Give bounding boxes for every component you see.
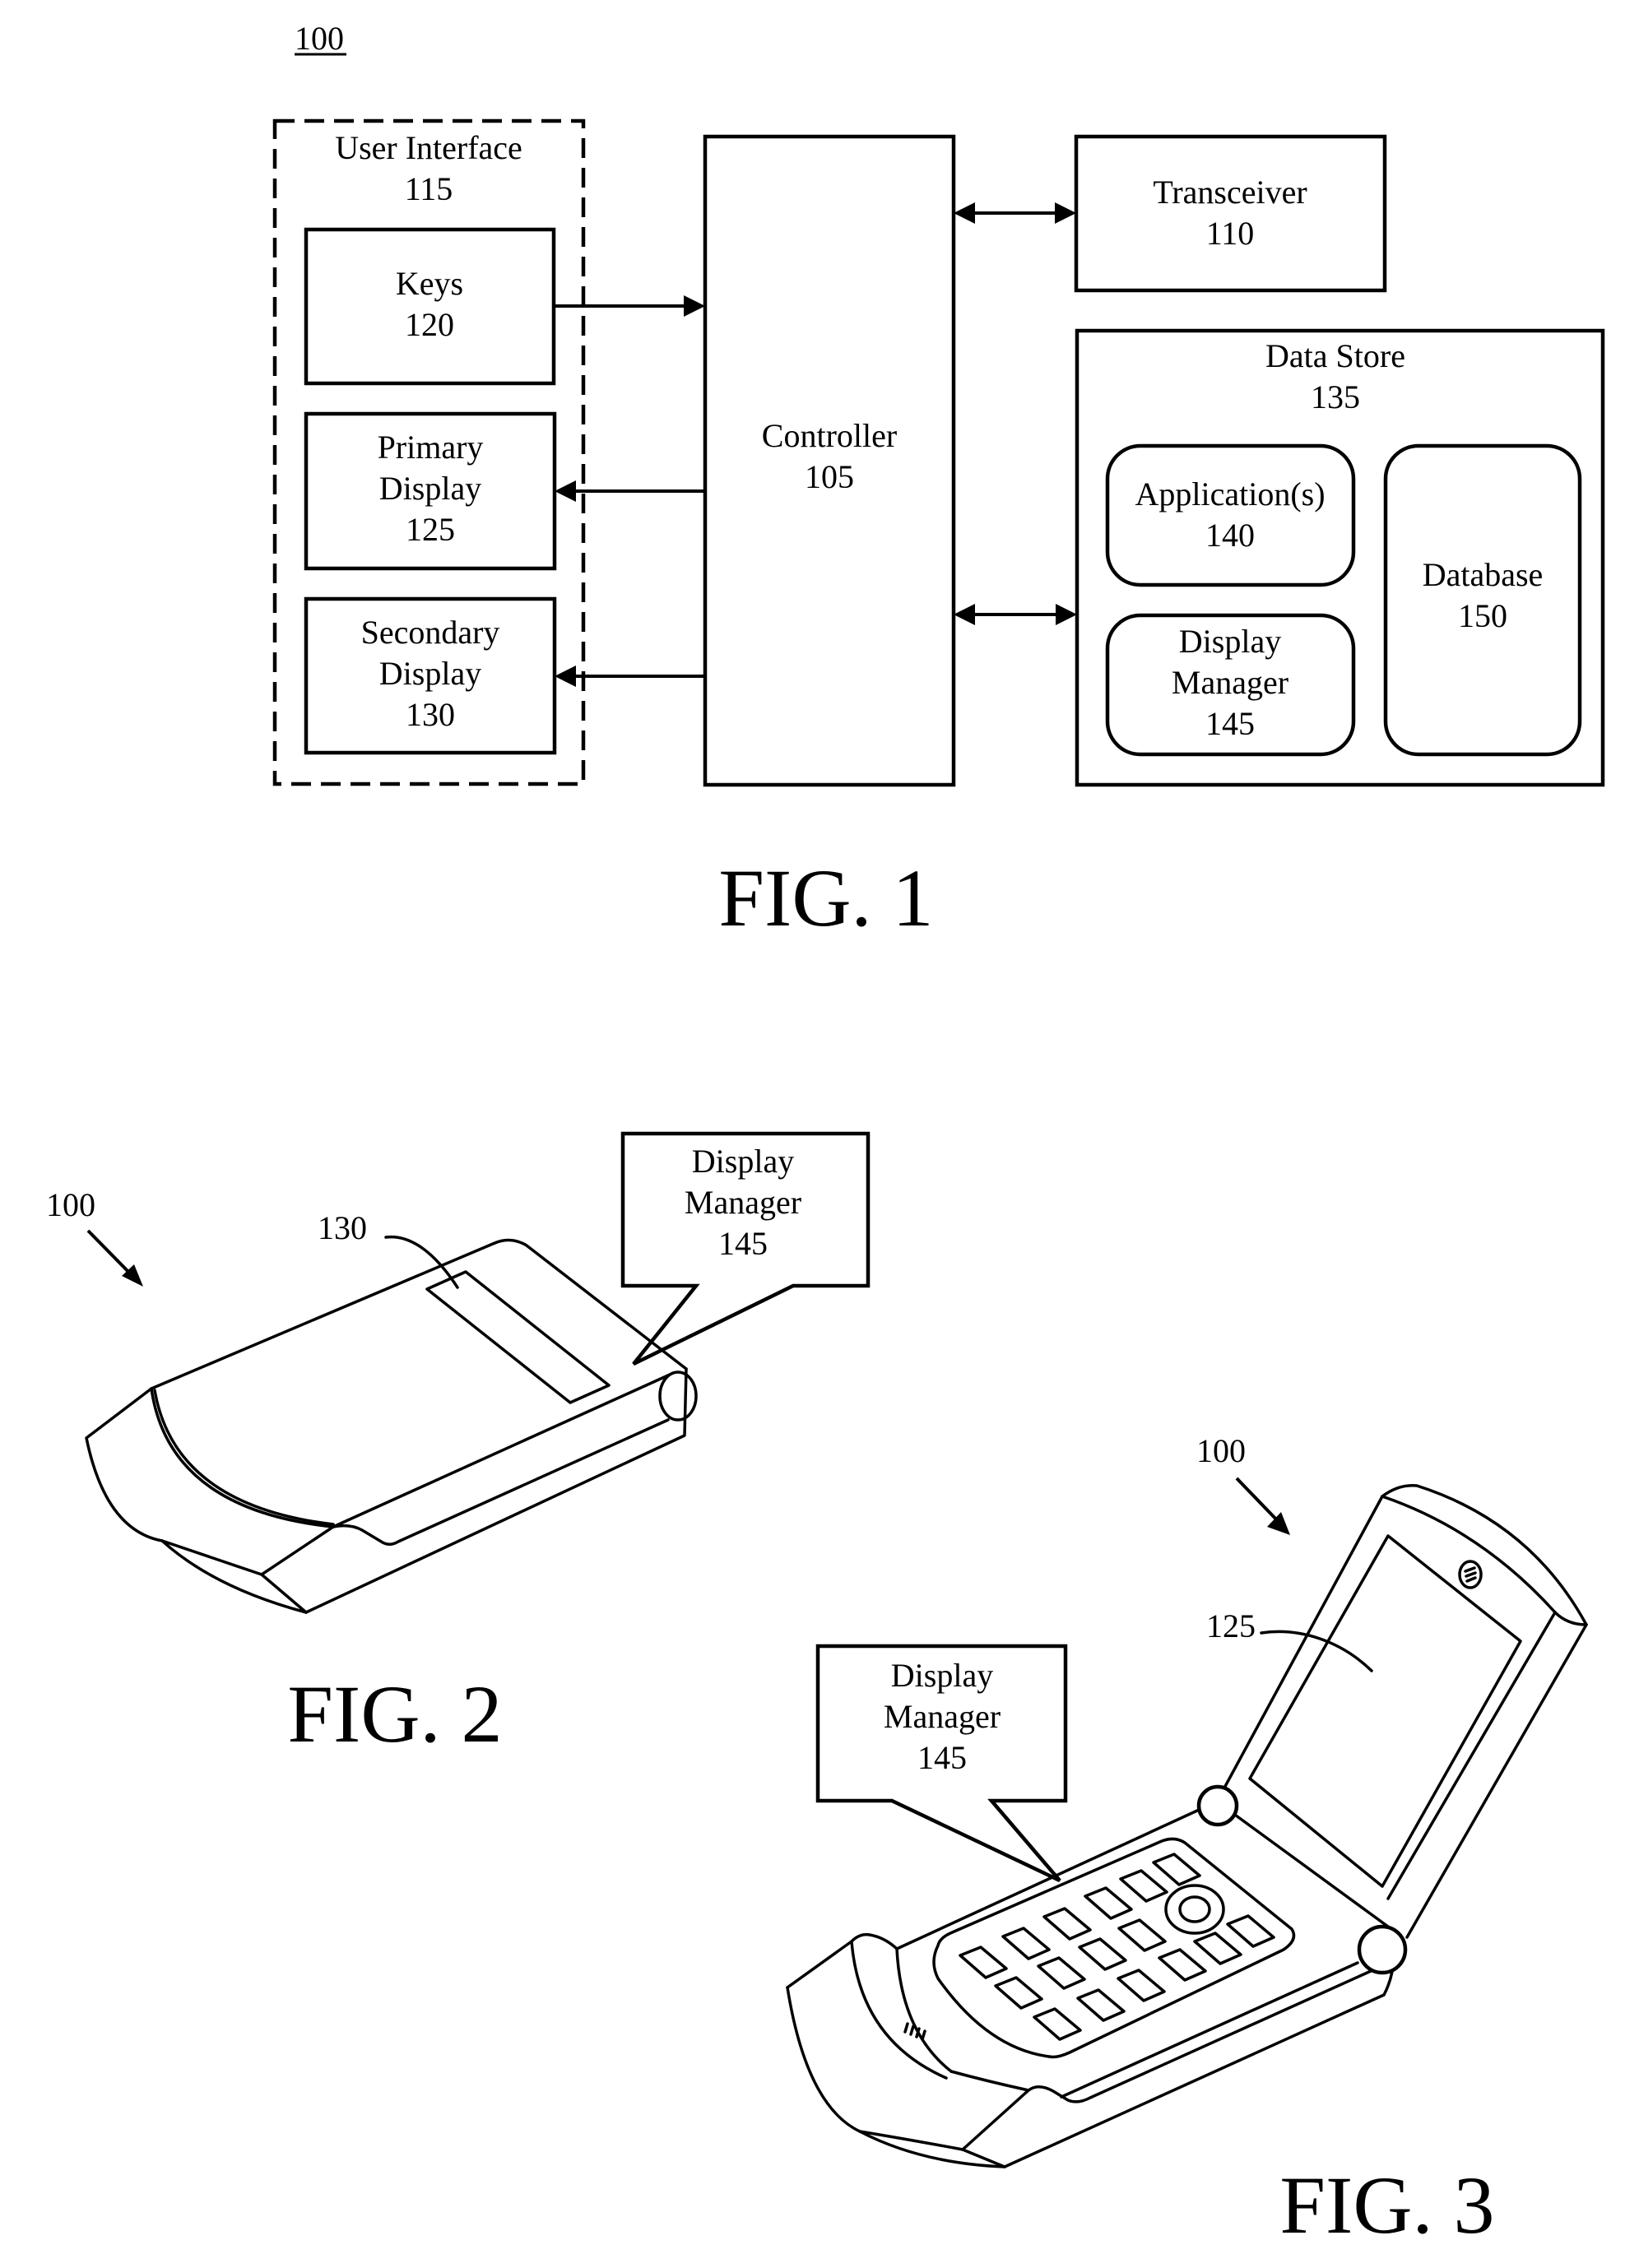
fig2-caption: FIG. 2 <box>287 1668 502 1760</box>
transceiver-block <box>1074 134 1387 293</box>
fig1-caption: FIG. 1 <box>718 852 933 944</box>
transceiver-label: Transceiver <box>1153 174 1307 211</box>
transceiver-number: 110 <box>1206 215 1255 252</box>
secondary-display-label-1: Secondary <box>361 614 500 651</box>
display-manager-label-1: Display <box>1179 623 1281 660</box>
data-store-number: 135 <box>1311 378 1360 415</box>
keypad-outline <box>932 1837 1296 2059</box>
figure-reference-100: 100 <box>295 20 344 57</box>
keypad-key[interactable] <box>1042 1907 1092 1941</box>
fig3-callout-number: 145 <box>917 1739 967 1776</box>
applications-number: 140 <box>1205 517 1255 554</box>
user-interface-title: User Interface <box>335 129 522 166</box>
nav-ring[interactable] <box>1164 1884 1225 1935</box>
primary-display-number: 125 <box>406 511 455 548</box>
hinge-knuckle-bottom <box>1357 1924 1408 1975</box>
patent-drawing-sheet: 100 User Interface 115 Keys 120 Primary … <box>46 20 1605 2251</box>
keypad-key[interactable] <box>1152 1853 1201 1886</box>
hinge-knuckle-top <box>1196 1784 1239 1827</box>
keypad-key[interactable] <box>1193 1932 1242 1965</box>
display-manager-label-2: Manager <box>1172 664 1288 701</box>
data-store-title: Data Store <box>1265 337 1405 374</box>
fig3-callout-label-1: Display <box>891 1657 993 1694</box>
keypad-key[interactable] <box>1078 1937 1127 1971</box>
primary-display-leader-line <box>1260 1630 1373 1672</box>
keypad-key[interactable] <box>959 1946 1008 1979</box>
primary-display-label-2: Display <box>379 470 481 507</box>
arrow-controller-to-secondary-display <box>555 666 705 687</box>
fig1-block-diagram: 100 User Interface 115 Keys 120 Primary … <box>272 20 1605 944</box>
fig2-device-reference: 100 <box>46 1186 95 1223</box>
controller-number: 105 <box>805 458 854 495</box>
fig2-secondary-display-reference: 130 <box>318 1209 367 1246</box>
secondary-display-number: 130 <box>406 696 455 733</box>
keypad-key[interactable] <box>994 1976 1043 2010</box>
keys-label: Keys <box>396 265 463 302</box>
fig3-callout-label-2: Manager <box>884 1698 1001 1735</box>
fig3-caption: FIG. 3 <box>1279 2159 1494 2251</box>
keypad-key[interactable] <box>1033 2007 1082 2041</box>
device-pointer-arrow <box>86 1229 143 1287</box>
secondary-display-label-2: Display <box>379 655 481 692</box>
fig3-open-phone: 100 Display Manager 145 125 FIG. 3 <box>786 1432 1588 2251</box>
device-pointer-arrow-fig3 <box>1235 1477 1290 1535</box>
keypad-key[interactable] <box>1084 1886 1133 1920</box>
database-label: Database <box>1423 556 1544 593</box>
arrow-keys-to-controller <box>554 295 705 317</box>
phone-lid <box>1215 1484 1588 1939</box>
primary-display-label-1: Primary <box>378 429 484 466</box>
fig2-callout-label-1: Display <box>692 1143 794 1180</box>
navigation-key[interactable] <box>1164 1884 1225 1935</box>
arrow-controller-to-primary-display <box>555 480 705 502</box>
keys-number: 120 <box>405 306 454 343</box>
keypad-key[interactable] <box>1158 1948 1207 1982</box>
database-number: 150 <box>1458 597 1507 634</box>
nav-center-button[interactable] <box>1178 1895 1211 1923</box>
keypad-key[interactable] <box>1076 1988 1126 2022</box>
applications-block <box>1105 443 1356 587</box>
display-manager-number: 145 <box>1205 705 1255 742</box>
phone-base <box>786 1784 1408 2168</box>
secondary-display-window <box>425 1270 611 1404</box>
keypad-key[interactable] <box>1001 1927 1051 1960</box>
applications-label: Application(s) <box>1135 475 1325 513</box>
keypad-key[interactable] <box>1117 1969 1166 2002</box>
fig3-device-reference: 100 <box>1196 1432 1246 1469</box>
keypad-key[interactable] <box>1226 1914 1275 1948</box>
keypad-keys <box>959 1853 1275 2041</box>
hinge-cylinder-end <box>658 1371 698 1422</box>
arrow-controller-transceiver-bidirectional <box>954 202 1076 224</box>
closed-phone-body <box>85 1238 698 1614</box>
user-interface-number: 115 <box>405 170 453 207</box>
fig3-primary-display-reference: 125 <box>1206 1607 1256 1644</box>
arrow-controller-data-store-bidirectional <box>954 604 1077 625</box>
fig2-closed-phone: 100 130 Display Manager 145 FIG. 2 <box>46 1131 871 1760</box>
fig2-callout-number: 145 <box>718 1225 768 1262</box>
keypad-key[interactable] <box>1037 1956 1086 1990</box>
fig2-callout-label-2: Manager <box>685 1184 801 1221</box>
primary-display-screen <box>1248 1534 1522 1888</box>
controller-label: Controller <box>762 417 897 454</box>
keypad <box>932 1837 1296 2059</box>
keypad-key[interactable] <box>1119 1869 1168 1903</box>
keypad-key[interactable] <box>1117 1918 1167 1952</box>
